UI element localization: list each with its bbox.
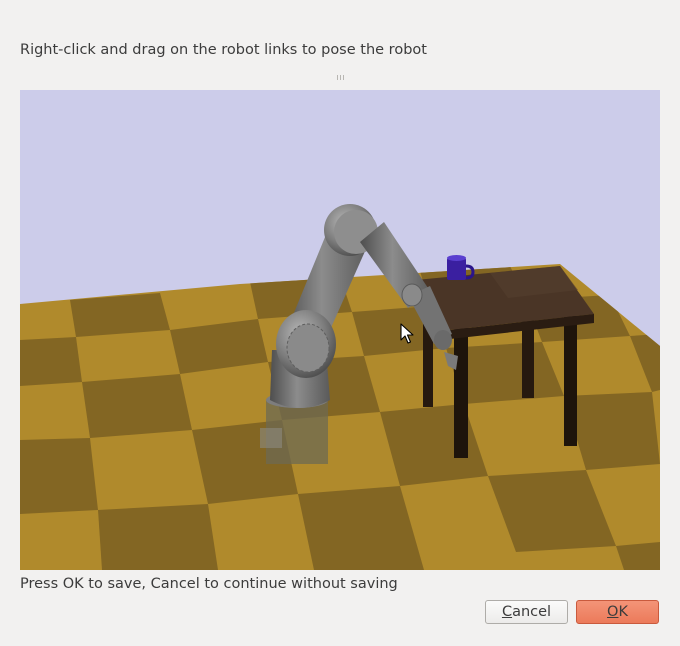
- instruction-label: Right-click and drag on the robot links …: [20, 42, 427, 58]
- robot-pose-viewport[interactable]: [20, 90, 660, 570]
- splitter-grip-icon[interactable]: [336, 75, 345, 80]
- ok-label: K: [618, 603, 628, 620]
- ok-button[interactable]: OK: [576, 600, 659, 624]
- cancel-label: ancel: [512, 603, 552, 620]
- footer-hint-label: Press OK to save, Cancel to continue wit…: [20, 576, 398, 592]
- cancel-button[interactable]: Cancel: [485, 600, 568, 624]
- ok-mnemonic: O: [607, 603, 619, 620]
- cancel-mnemonic: C: [501, 603, 513, 620]
